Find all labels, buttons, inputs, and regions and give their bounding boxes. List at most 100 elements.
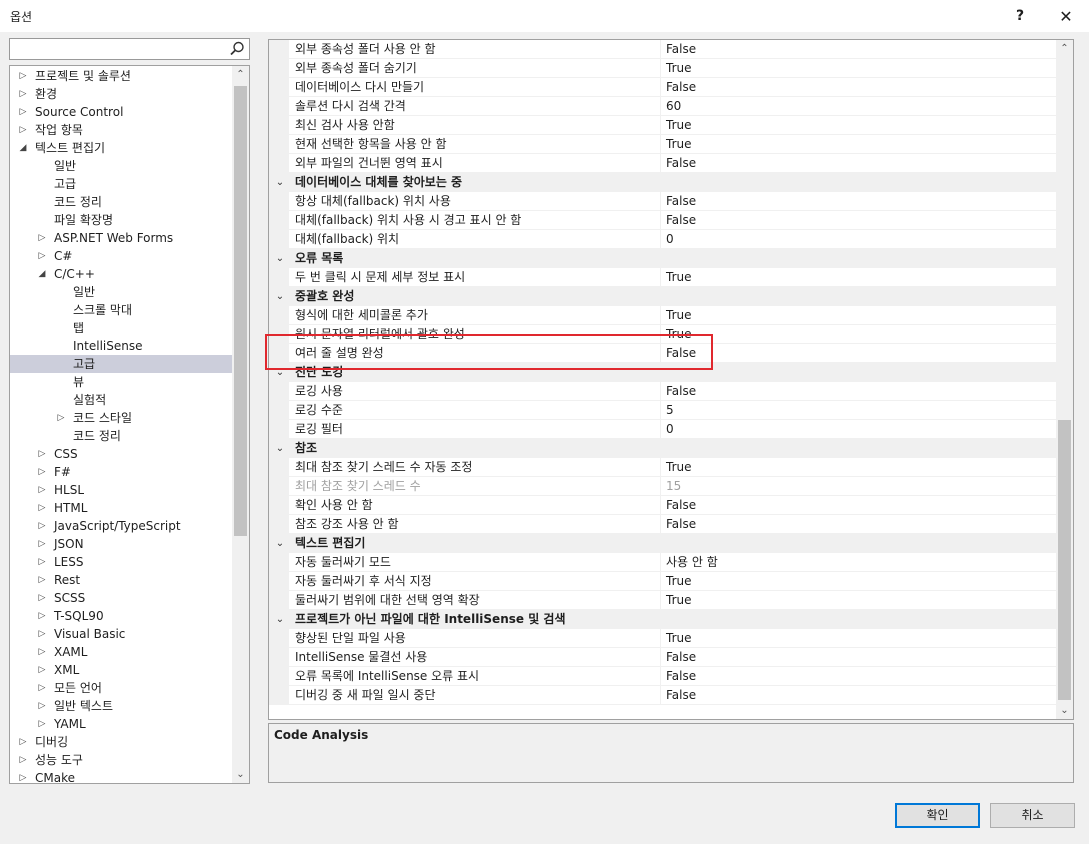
expand-arrow-icon[interactable]: ▷ (37, 625, 47, 643)
tree-item[interactable]: 고급 (10, 355, 232, 373)
column-divider[interactable] (660, 211, 661, 230)
property-value[interactable]: False (666, 686, 696, 705)
grid-property-row[interactable]: 외부 종속성 폴더 사용 안 함 False (269, 40, 1056, 59)
column-divider[interactable] (660, 230, 661, 249)
property-value[interactable]: False (666, 154, 696, 173)
property-value[interactable]: False (666, 382, 696, 401)
tree-item[interactable]: ▷ HTML (10, 499, 232, 517)
tree-item[interactable]: ▷ Visual Basic (10, 625, 232, 643)
property-value[interactable]: True (666, 59, 692, 78)
category-collapse-icon[interactable]: ⌄ (273, 287, 287, 306)
grid-property-row[interactable]: 항상 대체(fallback) 위치 사용 False (269, 192, 1056, 211)
category-collapse-icon[interactable]: ⌄ (273, 249, 287, 268)
tree-item[interactable]: ▷ JavaScript/TypeScript (10, 517, 232, 535)
column-divider[interactable] (660, 78, 661, 97)
grid-property-row[interactable]: 최신 검사 사용 안함 True (269, 116, 1056, 135)
grid-property-row[interactable]: 형식에 대한 세미콜론 추가 True (269, 306, 1056, 325)
column-divider[interactable] (660, 97, 661, 116)
tree-item[interactable]: 일반 (10, 283, 232, 301)
property-value[interactable]: True (666, 306, 692, 325)
grid-property-row[interactable]: 두 번 클릭 시 문제 세부 정보 표시 True (269, 268, 1056, 287)
column-divider[interactable] (660, 192, 661, 211)
grid-scrollbar[interactable]: ⌃ ⌄ (1056, 40, 1073, 719)
grid-property-row[interactable]: 확인 사용 안 함 False (269, 496, 1056, 515)
expand-arrow-icon[interactable]: ▷ (18, 85, 28, 103)
grid-property-row[interactable]: 둘러싸기 범위에 대한 선택 영역 확장 True (269, 591, 1056, 610)
property-value[interactable]: True (666, 591, 692, 610)
column-divider[interactable] (660, 686, 661, 705)
expand-arrow-icon[interactable]: ▷ (37, 481, 47, 499)
expand-arrow-icon[interactable]: ▷ (18, 67, 28, 85)
tree-item[interactable]: ▷ 모든 언어 (10, 679, 232, 697)
grid-category[interactable]: ⌄ 텍스트 편집기 (269, 534, 1056, 553)
tree-item[interactable]: ◢ 텍스트 편집기 (10, 139, 232, 157)
column-divider[interactable] (660, 306, 661, 325)
category-collapse-icon[interactable]: ⌄ (273, 610, 287, 629)
tree-item[interactable]: ▷ 프로젝트 및 솔루션 (10, 67, 232, 85)
expand-arrow-icon[interactable]: ▷ (37, 643, 47, 661)
expand-arrow-icon[interactable]: ▷ (37, 463, 47, 481)
expand-arrow-icon[interactable]: ▷ (37, 499, 47, 517)
grid-property-row[interactable]: 오류 목록에 IntelliSense 오류 표시 False (269, 667, 1056, 686)
search-input[interactable] (12, 41, 224, 57)
grid-category[interactable]: ⌄ 데이터베이스 대체를 찾아보는 중 (269, 173, 1056, 192)
column-divider[interactable] (660, 572, 661, 591)
property-value[interactable]: 0 (666, 230, 674, 249)
expand-arrow-icon[interactable]: ▷ (18, 751, 28, 769)
tree-item[interactable]: ▷ 작업 항목 (10, 121, 232, 139)
tree-item[interactable]: 실험적 (10, 391, 232, 409)
column-divider[interactable] (660, 591, 661, 610)
tree-item[interactable]: ▷ XAML (10, 643, 232, 661)
tree-item[interactable]: ▷ Rest (10, 571, 232, 589)
column-divider[interactable] (660, 59, 661, 78)
tree-item[interactable]: ▷ Source Control (10, 103, 232, 121)
grid-property-row[interactable]: IntelliSense 물결선 사용 False (269, 648, 1056, 667)
property-value[interactable]: True (666, 268, 692, 287)
grid-property-row[interactable]: 대체(fallback) 위치 사용 시 경고 표시 안 함 False (269, 211, 1056, 230)
expand-arrow-icon[interactable]: ▷ (37, 445, 47, 463)
property-value[interactable]: 15 (666, 477, 681, 496)
tree-item[interactable]: ▷ T-SQL90 (10, 607, 232, 625)
expand-arrow-icon[interactable]: ▷ (18, 769, 28, 783)
tree-item[interactable]: ▷ F# (10, 463, 232, 481)
grid-scroll-up-arrow-icon[interactable]: ⌃ (1056, 40, 1073, 57)
grid-property-row[interactable]: 외부 종속성 폴더 숨기기 True (269, 59, 1056, 78)
expand-arrow-icon[interactable]: ▷ (37, 715, 47, 733)
tree-scrollbar[interactable]: ⌃ ⌄ (232, 66, 249, 783)
tree-item[interactable]: ▷ 코드 스타일 (10, 409, 232, 427)
column-divider[interactable] (660, 515, 661, 534)
expand-arrow-icon[interactable]: ▷ (37, 535, 47, 553)
ok-button[interactable]: 확인 (895, 803, 980, 828)
grid-property-row[interactable]: 외부 파일의 건너뛴 영역 표시 False (269, 154, 1056, 173)
grid-property-row[interactable]: 최대 참조 찾기 스레드 수 15 (269, 477, 1056, 496)
column-divider[interactable] (660, 268, 661, 287)
tree-item[interactable]: ▷ CSS (10, 445, 232, 463)
scroll-up-arrow-icon[interactable]: ⌃ (232, 66, 249, 83)
tree-item[interactable]: 일반 (10, 157, 232, 175)
expand-arrow-icon[interactable]: ▷ (18, 121, 28, 139)
property-value[interactable]: False (666, 648, 696, 667)
grid-category[interactable]: ⌄ 참조 (269, 439, 1056, 458)
grid-property-row[interactable]: 디버깅 중 새 파일 일시 중단 False (269, 686, 1056, 705)
tree-item[interactable]: ▷ JSON (10, 535, 232, 553)
tree-item[interactable]: ▷ HLSL (10, 481, 232, 499)
expand-arrow-icon[interactable]: ▷ (37, 571, 47, 589)
search-icon[interactable] (228, 40, 246, 58)
expand-arrow-icon[interactable]: ▷ (18, 103, 28, 121)
tree-item[interactable]: ▷ XML (10, 661, 232, 679)
expand-arrow-icon[interactable]: ▷ (37, 247, 47, 265)
grid-property-row[interactable]: 향상된 단일 파일 사용 True (269, 629, 1056, 648)
property-value[interactable]: False (666, 40, 696, 59)
property-value[interactable]: True (666, 135, 692, 154)
tree-item[interactable]: 스크롤 막대 (10, 301, 232, 319)
tree-item[interactable]: 뷰 (10, 373, 232, 391)
property-value[interactable]: True (666, 572, 692, 591)
tree-item[interactable]: ▷ C# (10, 247, 232, 265)
tree-item[interactable]: 파일 확장명 (10, 211, 232, 229)
expand-arrow-icon[interactable]: ▷ (37, 607, 47, 625)
property-value[interactable]: False (666, 78, 696, 97)
property-value[interactable]: 사용 안 함 (666, 553, 718, 572)
expand-arrow-icon[interactable]: ▷ (37, 697, 47, 715)
property-value[interactable]: False (666, 496, 696, 515)
column-divider[interactable] (660, 135, 661, 154)
